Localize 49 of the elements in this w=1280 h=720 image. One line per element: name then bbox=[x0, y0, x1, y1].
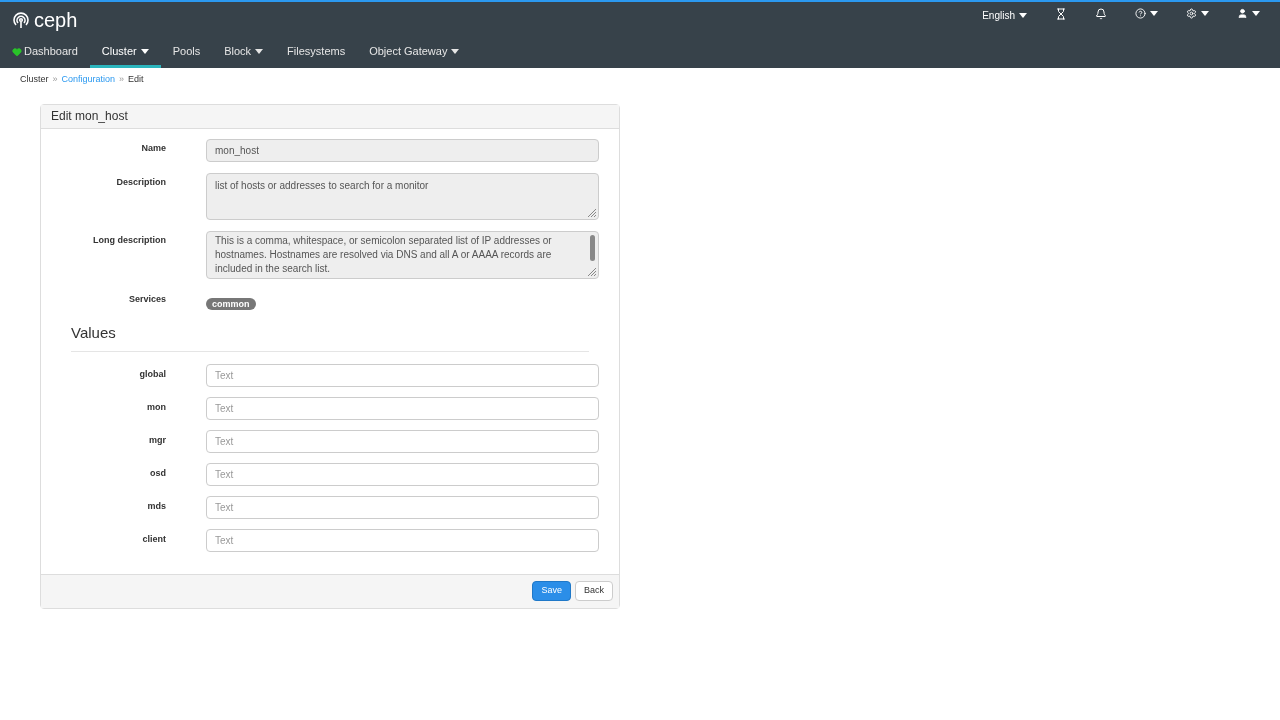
notification-icon[interactable] bbox=[1095, 8, 1107, 20]
hourglass-icon[interactable] bbox=[1055, 8, 1067, 20]
field-label: global bbox=[139, 368, 166, 379]
long-description-field[interactable]: This is a comma, whitespace, or semicolon separated list of IP addresses or hostnames. Hostnames are resolved via DNS and all A or AAAA records are included in the search list. bbox=[206, 230, 599, 279]
nav-tab[interactable]: Block bbox=[212, 38, 276, 68]
brand-name: ceph bbox=[34, 8, 78, 33]
value-input[interactable]: Text bbox=[206, 396, 599, 420]
caret-icon bbox=[1252, 11, 1260, 16]
description-field[interactable]: list of hosts or addresses to search for a monitor bbox=[206, 172, 599, 220]
field-label: mds bbox=[147, 500, 166, 511]
field-label: Name bbox=[141, 142, 166, 153]
breadcrumb-item: Cluster bbox=[20, 73, 49, 86]
field-label: osd bbox=[150, 467, 166, 478]
nav-tab[interactable]: Filesystems bbox=[275, 38, 358, 68]
value-input[interactable]: Text bbox=[206, 462, 599, 486]
resize-handle-icon bbox=[588, 267, 596, 276]
field-label: Services bbox=[128, 293, 166, 304]
field-label: Description bbox=[116, 176, 166, 187]
caret-icon bbox=[1201, 11, 1209, 16]
caret-icon bbox=[1019, 13, 1027, 18]
breadcrumb-separator: » bbox=[52, 73, 58, 86]
value-input[interactable]: Text bbox=[206, 495, 599, 519]
value-input[interactable]: Text bbox=[206, 528, 599, 552]
values-heading: Values bbox=[71, 323, 116, 341]
value-input[interactable]: Text bbox=[206, 363, 599, 387]
field-label: mgr bbox=[149, 434, 166, 445]
nav-tab[interactable]: Cluster bbox=[89, 38, 161, 68]
back-button[interactable]: Back bbox=[575, 581, 613, 601]
settings-menu[interactable] bbox=[1186, 8, 1209, 19]
caret-icon bbox=[1150, 11, 1158, 16]
field-label: client bbox=[142, 533, 166, 544]
help-menu[interactable] bbox=[1135, 8, 1158, 19]
value-input[interactable]: Text bbox=[206, 429, 599, 453]
heart-icon bbox=[12, 46, 22, 57]
service-badge: common bbox=[206, 297, 256, 310]
breadcrumb-item: Edit bbox=[128, 73, 144, 86]
logo-icon bbox=[12, 11, 30, 29]
name-field[interactable]: mon_host bbox=[206, 138, 599, 162]
nav-tab[interactable]: Dashboard bbox=[12, 38, 90, 68]
field-label: Long description bbox=[93, 234, 166, 245]
user-menu[interactable] bbox=[1237, 8, 1260, 19]
nav-tab[interactable]: Object Gateway bbox=[357, 38, 472, 68]
language-dropdown[interactable]: English bbox=[982, 8, 1027, 23]
scrollbar[interactable] bbox=[590, 234, 595, 261]
breadcrumb-separator: » bbox=[119, 73, 125, 86]
nav-tab[interactable]: Pools bbox=[160, 38, 213, 68]
resize-handle-icon bbox=[588, 208, 596, 217]
panel-title: Edit mon_host bbox=[51, 108, 128, 125]
field-label: mon bbox=[147, 401, 166, 412]
